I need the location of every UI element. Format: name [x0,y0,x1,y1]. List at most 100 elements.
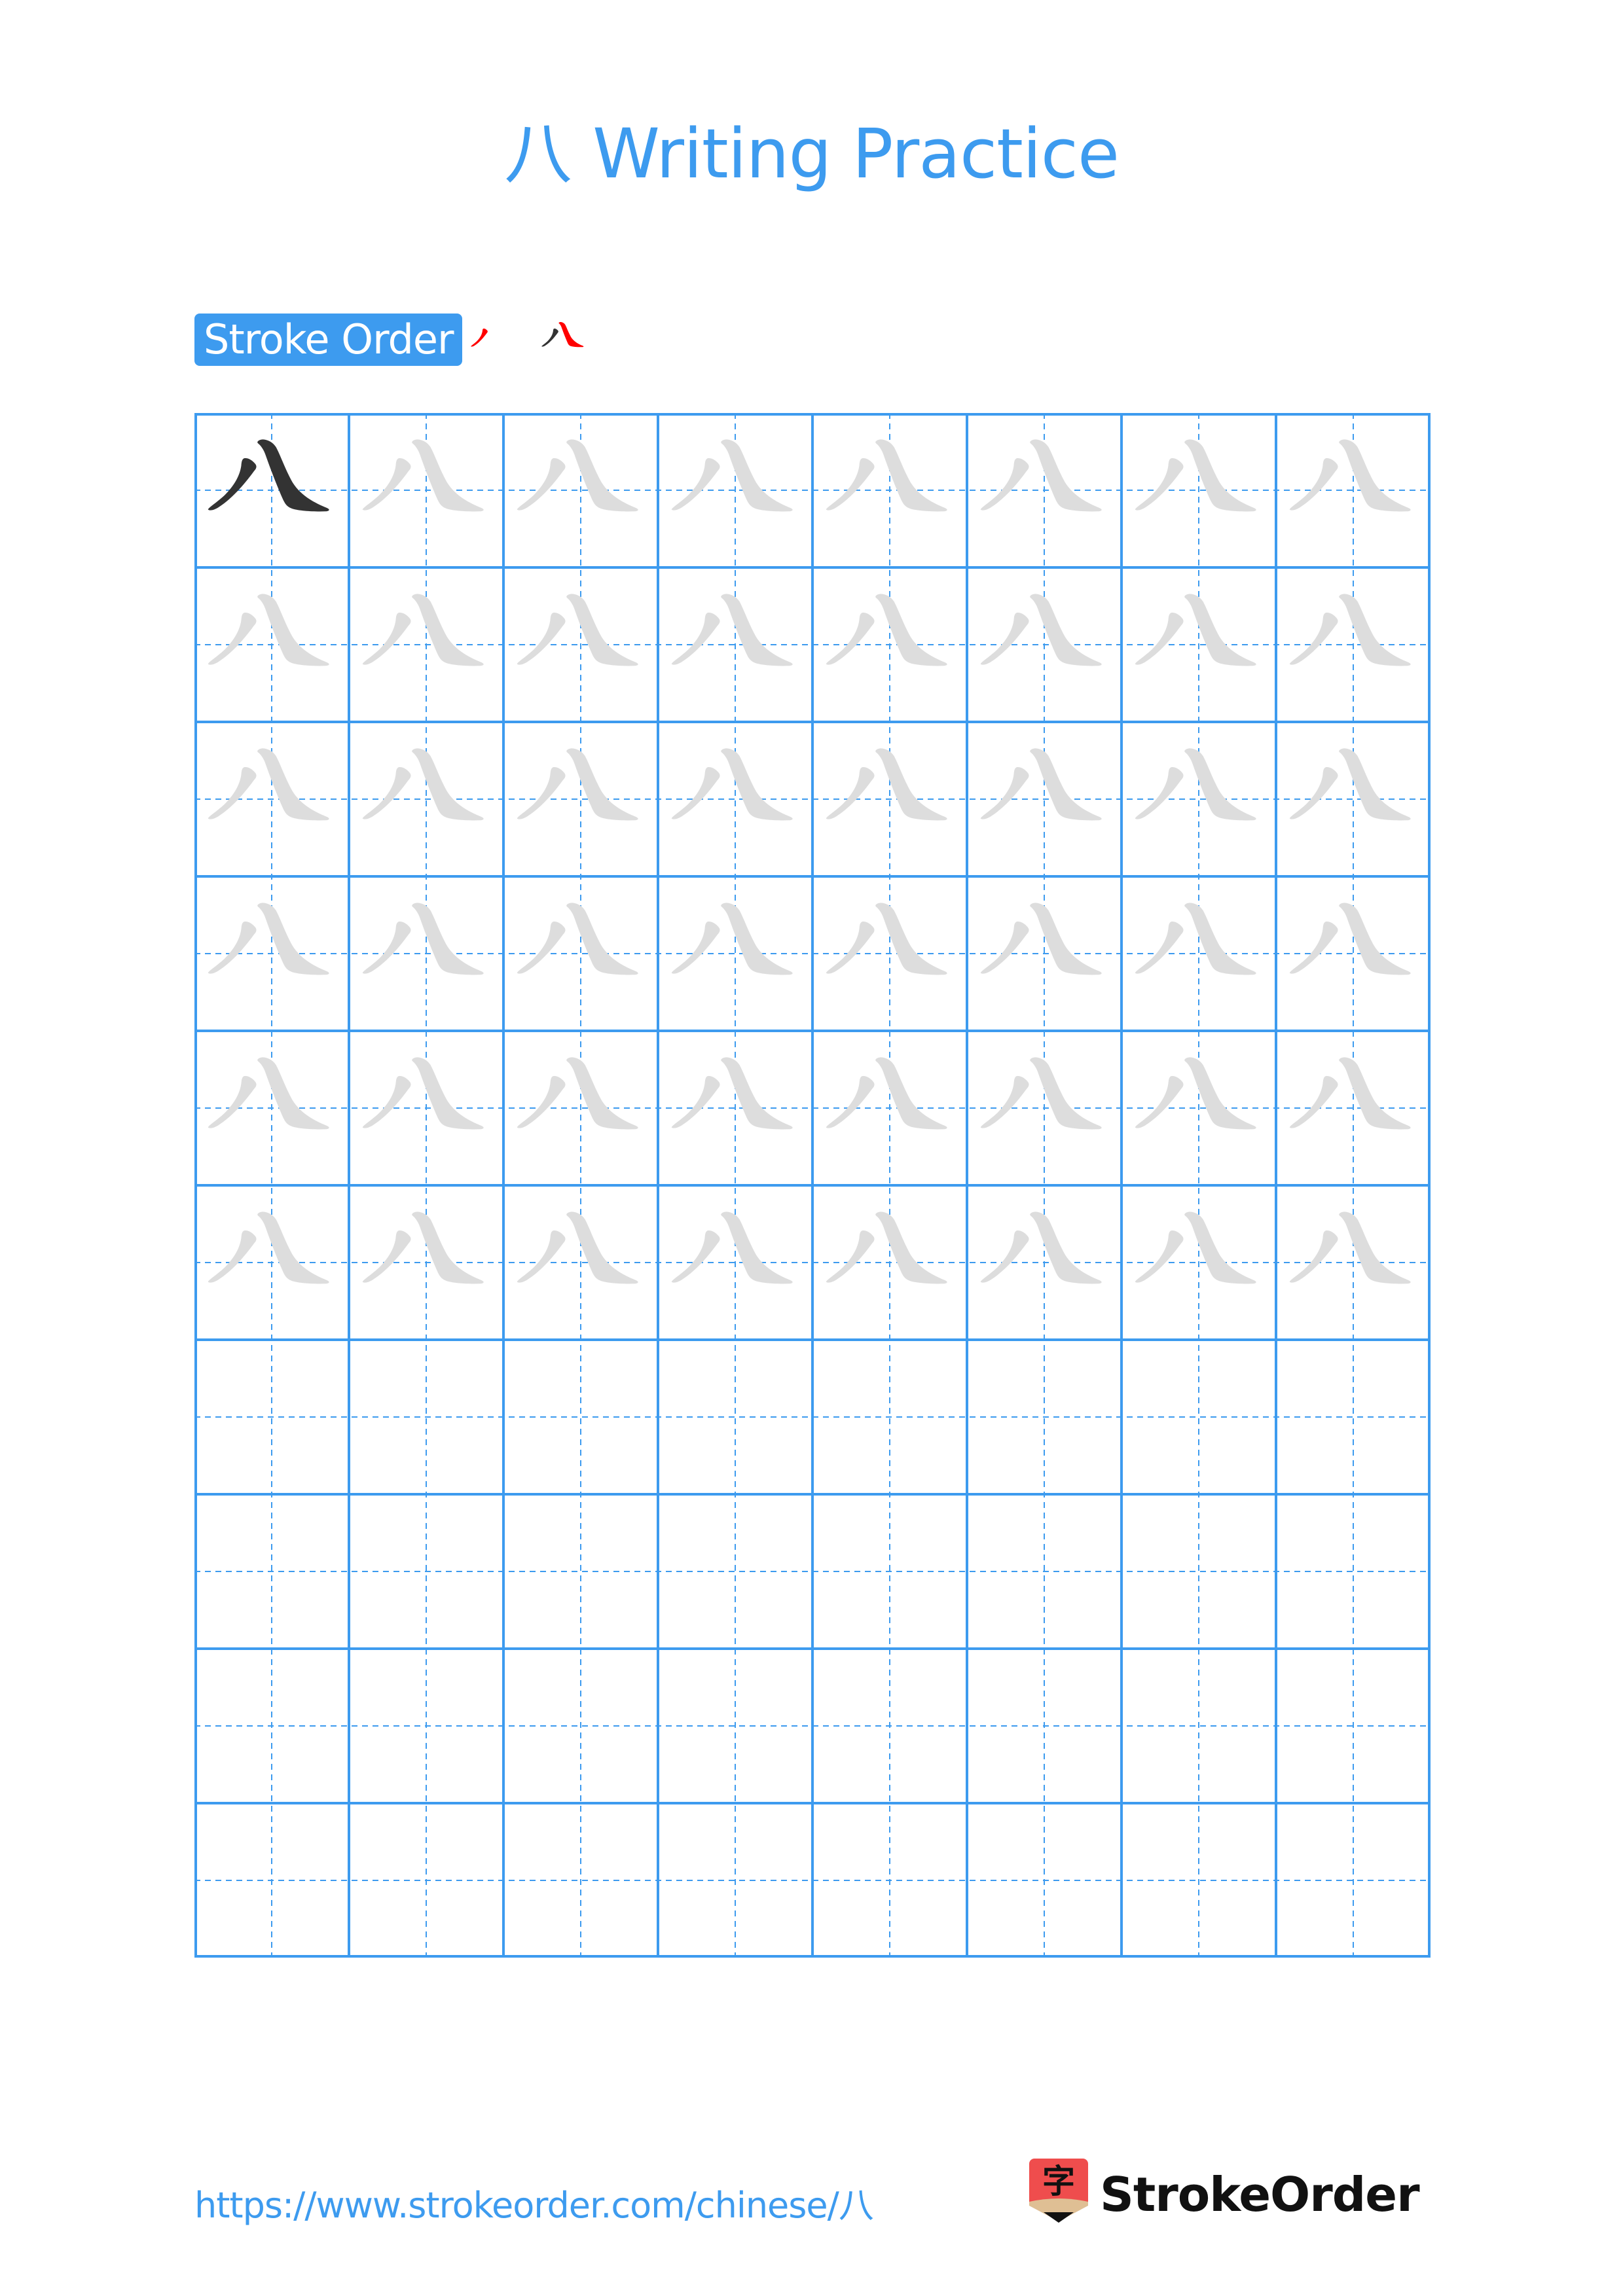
trace-character [980,1211,1102,1284]
stroke-2 [412,1211,484,1284]
pencil-logo-icon: 字 [1029,2159,1088,2223]
trace-character [980,1057,1102,1130]
stroke-2 [566,748,638,821]
trace-character [1135,903,1256,975]
stroke-1 [826,1075,875,1128]
stroke-2 [721,748,793,821]
model-character [208,439,329,512]
stroke-1 [1289,612,1338,665]
stroke-1 [362,1075,411,1128]
trace-character [980,594,1102,666]
stroke-2 [412,439,484,512]
trace-character [980,748,1102,821]
stroke-1 [671,1075,720,1128]
trace-character [1289,439,1411,512]
stroke-1 [1135,921,1184,974]
stroke-2 [1339,748,1411,821]
stroke-2 [566,903,638,975]
source-url-link[interactable]: https://www.strokeorder.com/chinese/八 [194,2179,874,2232]
practice-grid [194,413,1431,1958]
stroke-1 [671,612,720,665]
stroke-1 [517,766,566,819]
trace-character [208,594,329,666]
trace-character [1289,1057,1411,1130]
trace-character [362,594,484,666]
trace-character [671,439,793,512]
stroke-1 [671,457,720,511]
trace-character [362,748,484,821]
trace-character [362,439,484,512]
stroke-1 [208,921,257,974]
stroke-2 [1184,439,1256,512]
stroke-1 [517,921,566,974]
stroke-2 [412,903,484,975]
stroke-1 [517,612,566,665]
trace-character [208,1211,329,1284]
stroke-1 [517,1230,566,1283]
trace-character [671,594,793,666]
stroke-2 [1030,748,1102,821]
stroke-2 [558,322,584,348]
stroke-1 [208,1230,257,1283]
stroke-1 [980,457,1029,511]
logo-glyph: 字 [1042,2162,1075,2200]
stroke-2 [566,1211,638,1284]
trace-character [362,1211,484,1284]
trace-character [826,903,947,975]
stroke-2 [1184,1211,1256,1284]
stroke-2 [1030,439,1102,512]
trace-character [1135,748,1256,821]
trace-character [362,903,484,975]
trace-character [208,1057,329,1130]
stroke-1 [980,766,1029,819]
stroke-2 [1030,903,1102,975]
trace-character [1289,1211,1411,1284]
stroke-2 [1184,1057,1256,1130]
stroke-2 [721,1057,793,1130]
trace-character [1135,594,1256,666]
trace-character [517,1211,638,1284]
stroke-1 [826,612,875,665]
stroke-1 [1289,921,1338,974]
stroke-2 [1339,594,1411,666]
trace-character [208,748,329,821]
stroke-2 [1184,594,1256,666]
brand-name: StrokeOrder [1100,2167,1420,2222]
stroke-2 [257,748,329,821]
stroke-1 [1135,1230,1184,1283]
trace-character [1135,1211,1256,1284]
trace-character [671,903,793,975]
stroke-2 [257,903,329,975]
trace-character [517,594,638,666]
stroke-1 [826,766,875,819]
stroke-1 [208,457,257,511]
stroke-1 [362,1230,411,1283]
trace-character [826,748,947,821]
stroke-2 [412,748,484,821]
stroke-1 [208,612,257,665]
trace-character [826,439,947,512]
stroke-1 [541,328,559,347]
trace-character [671,1211,793,1284]
stroke-1 [980,612,1029,665]
stroke-1 [1289,1230,1338,1283]
stroke-1 [208,766,257,819]
stroke-1 [208,1075,257,1128]
trace-character [517,1057,638,1130]
stroke-2 [257,594,329,666]
stroke-2 [875,439,947,512]
stroke-1 [826,457,875,511]
stroke-2 [721,594,793,666]
trace-character [980,903,1102,975]
stroke-1 [980,921,1029,974]
stroke-2 [257,1211,329,1284]
trace-character [980,439,1102,512]
stroke-1 [671,921,720,974]
stroke-2 [875,594,947,666]
stroke-1 [1289,766,1338,819]
stroke-1 [1135,1075,1184,1128]
stroke-2 [566,1057,638,1130]
trace-character [208,903,329,975]
trace-character [517,903,638,975]
stroke-1 [1289,457,1338,511]
